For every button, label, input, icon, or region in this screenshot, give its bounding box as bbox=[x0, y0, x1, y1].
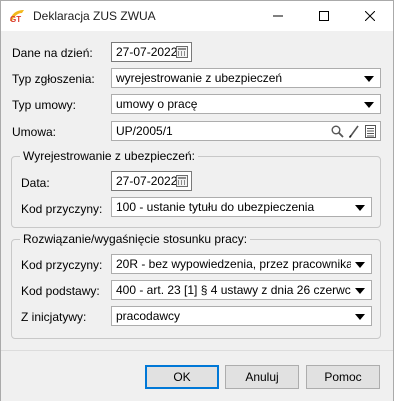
type-label: Typ zgłoszenia: bbox=[12, 72, 95, 86]
app-logo-icon: GT bbox=[10, 10, 24, 23]
dialog-window: GT Deklaracja ZUS ZWUA Dane na dzień: 27… bbox=[0, 0, 394, 401]
termination-basis-value: 400 - art. 23 [1] § 4 ustawy z dnia 26 c… bbox=[116, 283, 351, 297]
contract-input[interactable]: UP/2005/1 bbox=[111, 121, 381, 141]
termination-reason-label: Kod przyczyny: bbox=[21, 258, 103, 272]
contract-label: Umowa: bbox=[12, 125, 57, 139]
deregistration-reason-label: Kod przyczyny: bbox=[21, 202, 103, 216]
title-bar: GT Deklaracja ZUS ZWUA bbox=[1, 1, 393, 31]
edit-icon[interactable] bbox=[348, 125, 360, 138]
initiative-select[interactable]: pracodawcy bbox=[111, 306, 372, 326]
chevron-down-icon bbox=[364, 102, 374, 108]
search-icon[interactable] bbox=[331, 125, 344, 138]
contract-value: UP/2005/1 bbox=[116, 124, 173, 138]
close-icon bbox=[365, 11, 375, 21]
termination-group-title: Rozwiązanie/wygaśnięcie stosunku pracy: bbox=[20, 232, 251, 246]
date-label: Dane na dzień: bbox=[12, 46, 93, 60]
termination-reason-select[interactable]: 20R - bez wypowiedzenia, przez pracownik… bbox=[111, 254, 372, 274]
list-icon[interactable] bbox=[365, 125, 376, 138]
minimize-button[interactable] bbox=[255, 1, 301, 31]
contract-type-value: umowy o pracę bbox=[116, 97, 198, 111]
date-value: 27-07-2022 bbox=[116, 45, 178, 59]
svg-text:GT: GT bbox=[10, 15, 21, 23]
termination-basis-select[interactable]: 400 - art. 23 [1] § 4 ustawy z dnia 26 c… bbox=[111, 280, 372, 300]
cancel-button[interactable]: Anuluj bbox=[225, 365, 299, 389]
ok-button[interactable]: OK bbox=[145, 365, 219, 389]
initiative-value: pracodawcy bbox=[116, 309, 181, 323]
type-select[interactable]: wyrejestrowanie z ubezpieczeń bbox=[111, 68, 381, 88]
calendar-icon[interactable] bbox=[176, 175, 188, 187]
date-input[interactable]: 27-07-2022 bbox=[111, 42, 192, 62]
deregistration-date-input[interactable]: 27-07-2022 bbox=[111, 171, 192, 191]
termination-basis-label: Kod podstawy: bbox=[21, 284, 100, 298]
chevron-down-icon bbox=[355, 262, 365, 268]
chevron-down-icon bbox=[364, 76, 374, 82]
contract-type-label: Typ umowy: bbox=[12, 98, 77, 112]
help-button[interactable]: Pomoc bbox=[306, 365, 380, 389]
deregistration-date-label: Data: bbox=[21, 176, 50, 190]
deregistration-group: Wyrejestrowanie z ubezpieczeń: bbox=[11, 149, 381, 228]
type-value: wyrejestrowanie z ubezpieczeń bbox=[116, 71, 283, 85]
calendar-icon[interactable] bbox=[176, 46, 188, 58]
chevron-down-icon bbox=[355, 314, 365, 320]
deregistration-date-value: 27-07-2022 bbox=[116, 174, 178, 188]
initiative-label: Z inicjatywy: bbox=[21, 310, 87, 324]
window-title: Deklaracja ZUS ZWUA bbox=[33, 9, 156, 23]
deregistration-reason-select[interactable]: 100 - ustanie tytułu do ubezpieczenia bbox=[111, 197, 372, 217]
minimize-icon bbox=[273, 15, 283, 17]
close-button[interactable] bbox=[347, 1, 393, 31]
chevron-down-icon bbox=[355, 205, 365, 211]
deregistration-reason-value: 100 - ustanie tytułu do ubezpieczenia bbox=[116, 200, 315, 214]
maximize-button[interactable] bbox=[301, 1, 347, 31]
maximize-icon bbox=[319, 11, 329, 21]
contract-type-select[interactable]: umowy o pracę bbox=[111, 94, 381, 114]
chevron-down-icon bbox=[355, 288, 365, 294]
deregistration-group-title: Wyrejestrowanie z ubezpieczeń: bbox=[20, 149, 198, 163]
termination-reason-value: 20R - bez wypowiedzenia, przez pracownik… bbox=[116, 257, 351, 271]
